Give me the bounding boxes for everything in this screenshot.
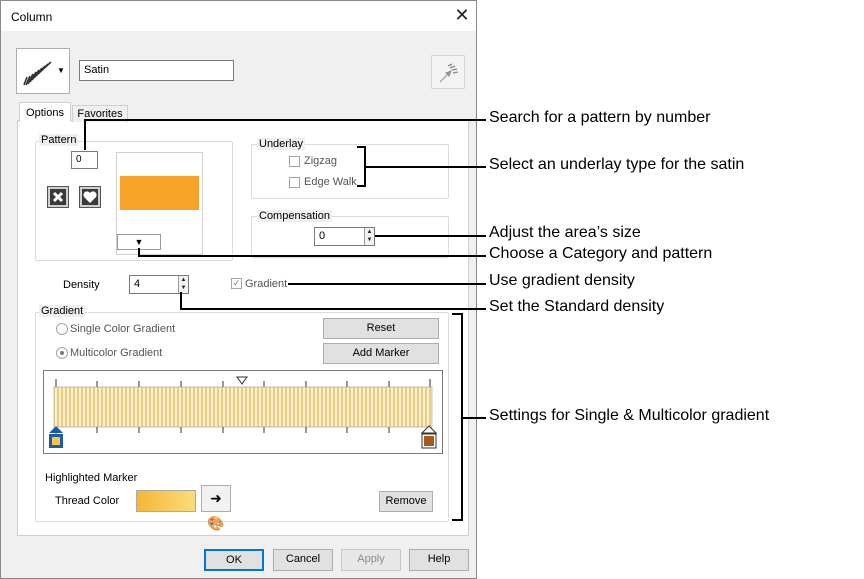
remove-marker-button[interactable]: Remove [379,491,433,512]
reset-button[interactable]: Reset [323,318,439,339]
ok-button[interactable]: OK [204,549,264,571]
start-color-marker[interactable] [47,425,65,451]
single-color-gradient-label: Single Color Gradient [70,323,176,335]
end-color-marker[interactable] [420,425,438,451]
remove-button-label: Remove [385,495,427,507]
tab-options[interactable]: Options [19,102,71,122]
compensation-value: 0 [319,230,326,242]
clear-pattern-button[interactable] [47,186,69,208]
thread-color-swatch[interactable] [136,490,196,512]
cancel-button[interactable]: Cancel [273,549,333,571]
multicolor-gradient-label: Multicolor Gradient [70,347,163,359]
callout-line-underlay [364,166,486,168]
callout-category: Choose a Category and pattern [489,245,713,262]
multicolor-gradient-radio[interactable] [56,347,68,359]
callout-line-pattern-number [84,119,486,121]
help-button[interactable]: Help [409,549,469,571]
callout-compensation: Adjust the area’s size [489,224,641,241]
palette-icon: ➜🎨 [207,490,225,531]
gradient-checkbox-label: Gradient [245,278,288,290]
callout-bracket-underlay-top [357,146,366,148]
add-marker-button[interactable]: Add Marker [323,343,439,364]
zigzag-label: Zigzag [304,155,338,167]
pattern-swatch [120,176,199,210]
favorite-stitch-button[interactable] [431,55,465,89]
callout-line-compensation [375,235,486,237]
chevron-down-icon: ▼ [57,66,65,75]
cancel-button-label: Cancel [285,553,321,565]
callout-standard-density: Set the Standard density [489,298,665,315]
ok-button-label: OK [226,554,242,566]
apply-button-label: Apply [357,553,385,565]
pattern-number-value: 0 [76,154,82,165]
density-label: Density [63,279,100,291]
callout-search-pattern: Search for a pattern by number [489,109,711,126]
tab-options-label: Options [26,107,64,119]
callout-bracket-gradient-top [452,313,463,315]
pattern-number-input[interactable]: 0 [71,151,98,169]
callout-line-category [138,255,486,257]
underlay-group-label: Underlay [257,138,306,150]
callout-line-standard-density [180,308,486,310]
marker-selected-icon [49,426,63,448]
chevron-down-icon: ▼ [134,237,144,247]
stitch-type-value: Satin [84,64,110,76]
gradient-editor[interactable] [43,370,443,454]
underlay-group [251,144,449,199]
highlighted-marker-label: Highlighted Marker [45,472,138,484]
heart-icon [82,189,98,205]
stitch-arrow-icon [439,63,459,83]
callout-line-standard-density-drop [180,292,182,309]
title-bar: Column ✕ [1,1,476,31]
reset-button-label: Reset [366,322,396,334]
help-button-label: Help [427,553,451,565]
spin-down-button[interactable]: ▼ [364,236,374,245]
zigzag-checkbox[interactable] [289,156,300,167]
callout-line-gradient [461,417,486,419]
density-value: 4 [134,278,141,290]
satin-stitch-icon [23,61,52,86]
marker-icon [420,425,438,449]
compensation-group-label: Compensation [257,210,332,222]
apply-button[interactable]: Apply [341,549,401,571]
add-marker-button-label: Add Marker [352,347,410,359]
close-button[interactable]: ✕ [450,5,474,27]
gradient-ruler [53,376,433,435]
callout-line-pattern-number-drop [84,119,86,150]
gradient-checkbox[interactable]: ✓ [231,278,242,289]
window-title: Column [11,10,53,24]
column-dialog: Column ✕ ▼ Satin Options Favorites Patte… [0,0,477,579]
callout-line-category-drop [138,248,140,257]
callout-underlay: Select an underlay type for the satin [489,156,745,173]
stitch-type-field[interactable]: Satin [79,60,234,81]
callout-gradient-settings: Settings for Single & Multicolor gradien… [489,407,770,424]
stitch-type-dropdown[interactable]: ▼ [16,48,70,94]
thread-color-label: Thread Color [55,495,120,507]
callout-line-gradient-density [288,283,486,285]
pattern-group-label: Pattern [39,134,79,146]
edge-walk-label: Edge Walk [304,176,357,188]
color-picker-button[interactable]: ➜🎨 [201,485,231,531]
callout-gradient-density: Use gradient density [489,272,635,289]
compensation-spinbox[interactable]: 0 ▲ ▼ [314,227,375,246]
edge-walk-checkbox[interactable] [289,177,300,188]
close-x-icon [50,189,66,205]
gradient-group-label: Gradient [39,305,86,317]
single-color-gradient-radio[interactable] [56,323,68,335]
callout-bracket-gradient-bottom [452,519,463,521]
favorite-pattern-button[interactable] [79,186,101,208]
callout-bracket-underlay-bottom [357,185,366,187]
